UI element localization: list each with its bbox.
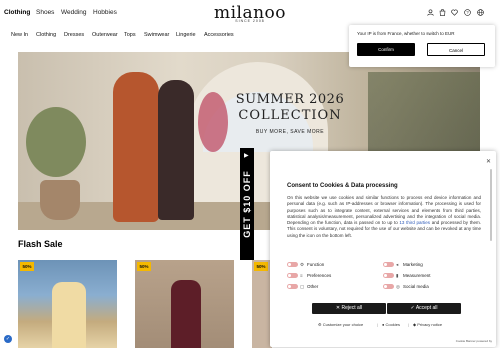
separator: |: [377, 322, 379, 327]
toggle-other[interactable]: ▢ Other: [287, 284, 318, 290]
hero-title-line1: SUMMER 2026: [235, 92, 345, 107]
toggle-switch[interactable]: [287, 262, 298, 268]
product-card[interactable]: 50%: [252, 260, 272, 348]
product-card[interactable]: 50%: [18, 260, 117, 348]
nav-new-in[interactable]: New In: [11, 32, 28, 38]
cookie-dialog-text: On this website we use cookies and simil…: [287, 195, 481, 238]
nav-dresses[interactable]: Dresses: [64, 32, 84, 38]
discount-badge: 50%: [137, 262, 151, 271]
separator: |: [408, 322, 410, 327]
nav-lingerie[interactable]: Lingerie: [176, 32, 196, 38]
toggle-switch[interactable]: [383, 284, 394, 290]
customize-link[interactable]: ⚙ Customize your choice: [318, 322, 363, 327]
toggle-preferences[interactable]: ≡ Preferences: [287, 273, 331, 279]
hero-model-2: [158, 80, 194, 220]
logo-tagline: SINCE 2008: [235, 19, 265, 23]
top-header: Clothing Shoes Wedding Hobbies milanoo S…: [0, 0, 500, 26]
hero-pot: [40, 180, 80, 220]
powered-by-text: Cookie Banner powered by: [455, 339, 492, 343]
discount-badge: 50%: [254, 262, 268, 271]
toggle-switch[interactable]: [383, 262, 394, 268]
function-icon: ⚙: [300, 262, 305, 267]
third-parties-link[interactable]: 13 third parties: [399, 220, 430, 225]
toggle-measurement[interactable]: ▮ Measurement: [383, 273, 431, 279]
flash-sale-title: Flash Sale: [18, 239, 63, 249]
other-icon: ▢: [300, 284, 305, 289]
reject-all-button[interactable]: ✕ Reject all: [312, 303, 386, 314]
nav-outerwear[interactable]: Outerwear: [92, 32, 118, 38]
tab-arrow-icon: ▶: [244, 153, 249, 159]
wishlist-icon[interactable]: [451, 9, 458, 16]
discount-badge: 50%: [20, 262, 34, 271]
privacy-notice-link[interactable]: ◆ Privacy notice: [413, 322, 442, 327]
marketing-icon: ◂: [396, 262, 399, 267]
cancel-button[interactable]: Cancel: [427, 43, 485, 56]
measurement-icon: ▮: [396, 273, 399, 278]
toggle-switch[interactable]: [287, 284, 298, 290]
accept-all-button[interactable]: ✓ Accept all: [387, 303, 461, 314]
svg-text:?: ?: [466, 10, 469, 15]
nav-accessories[interactable]: Accessories: [204, 32, 234, 38]
cookies-link[interactable]: ● Cookies: [382, 322, 400, 327]
nav-swimwear[interactable]: Swimwear: [144, 32, 169, 38]
confirm-button[interactable]: Confirm: [357, 43, 415, 56]
hero-cta-text[interactable]: BUY MORE, SAVE MORE: [220, 129, 360, 135]
cookie-settings-icon[interactable]: ✓: [4, 335, 12, 343]
close-icon[interactable]: ✕: [486, 158, 491, 165]
cookie-consent-dialog: ✕ Consent to Cookies & Data processing O…: [270, 151, 496, 347]
product-image: [171, 280, 201, 348]
nav-clothing[interactable]: Clothing: [36, 32, 56, 38]
currency-switch-text: Your IP is from France, whether to switc…: [357, 31, 455, 36]
preferences-icon: ≡: [300, 273, 303, 278]
hero-title-line2: COLLECTION: [238, 108, 342, 123]
toggle-switch[interactable]: [383, 273, 394, 279]
nav-tops[interactable]: Tops: [124, 32, 136, 38]
product-card[interactable]: 50%: [135, 260, 234, 348]
toggle-marketing[interactable]: ◂ Marketing: [383, 262, 423, 268]
toggle-switch[interactable]: [287, 273, 298, 279]
toggle-social-media[interactable]: ◎ Social media: [383, 284, 429, 290]
hero-model-1: [113, 72, 159, 222]
help-icon[interactable]: ?: [464, 9, 471, 16]
discount-tab-label: GET $10 OFF: [242, 170, 252, 238]
hero-tree: [26, 107, 86, 177]
scrollbar[interactable]: [490, 169, 492, 241]
currency-switch-popup: Your IP is from France, whether to switc…: [349, 25, 495, 67]
discount-tab[interactable]: ▶ GET $10 OFF: [240, 148, 254, 260]
product-image: [52, 282, 86, 348]
social-media-icon: ◎: [396, 284, 400, 289]
language-globe-icon[interactable]: [477, 9, 484, 16]
account-icon[interactable]: [427, 9, 434, 16]
toggle-function[interactable]: ⚙ Function: [287, 262, 324, 268]
cart-icon[interactable]: [439, 9, 446, 16]
cookie-dialog-title: Consent to Cookies & Data processing: [287, 183, 398, 189]
